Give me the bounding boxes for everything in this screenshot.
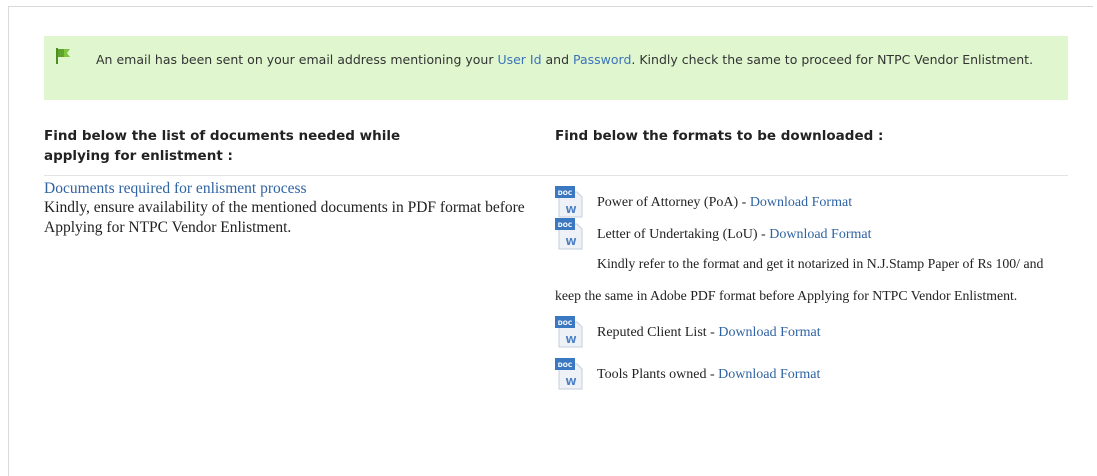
user-id-link[interactable]: User Id: [497, 52, 541, 67]
download-format-link[interactable]: Download Format: [718, 325, 820, 340]
svg-text:DOC: DOC: [558, 190, 573, 197]
notary-note: Kindly refer to the format and get it no…: [555, 256, 1044, 303]
download-item-poa: DOC W Power of Attorney (PoA) - Download…: [555, 186, 1065, 218]
download-label: Reputed Client List -: [597, 325, 719, 340]
svg-text:DOC: DOC: [558, 362, 573, 369]
word-document-icon[interactable]: DOC W: [555, 358, 583, 390]
flag-icon: [56, 48, 70, 64]
word-document-icon[interactable]: DOC W: [555, 218, 583, 250]
svg-text:DOC: DOC: [558, 320, 573, 327]
documents-note: Kindly, ensure availability of the menti…: [44, 199, 525, 236]
svg-text:DOC: DOC: [558, 222, 573, 229]
svg-text:W: W: [565, 335, 576, 346]
svg-text:W: W: [565, 377, 576, 388]
svg-text:W: W: [565, 237, 576, 248]
word-document-icon[interactable]: DOC W: [555, 186, 583, 218]
download-item-tools-plants: DOC W Tools Plants owned - Download Form…: [555, 358, 1065, 390]
success-alert: An email has been sent on your email add…: [44, 36, 1068, 100]
download-label: Power of Attorney (PoA) -: [597, 195, 750, 210]
documents-heading: Find below the list of documents needed …: [44, 128, 401, 164]
download-item-lou: DOC W Letter of Undertaking (LoU) - Down…: [555, 218, 1065, 250]
download-format-link[interactable]: Download Format: [718, 367, 820, 382]
formats-heading: Find below the formats to be downloaded …: [555, 128, 884, 144]
divider: [44, 175, 1068, 176]
svg-text:W: W: [565, 205, 576, 216]
password-link[interactable]: Password: [573, 52, 631, 67]
download-format-link[interactable]: Download Format: [769, 227, 871, 242]
download-item-client-list: DOC W Reputed Client List - Download For…: [555, 316, 1065, 348]
documents-required-link[interactable]: Documents required for enlisment process: [44, 179, 544, 198]
word-document-icon[interactable]: DOC W: [555, 316, 583, 348]
download-label: Tools Plants owned -: [597, 367, 719, 382]
alert-message: An email has been sent on your email add…: [96, 52, 1034, 67]
formats-section: DOC W Power of Attorney (PoA) - Download…: [555, 186, 1065, 390]
download-label: Letter of Undertaking (LoU) -: [597, 227, 770, 242]
documents-section: Documents required for enlisment process…: [44, 179, 544, 238]
download-format-link[interactable]: Download Format: [750, 195, 852, 210]
